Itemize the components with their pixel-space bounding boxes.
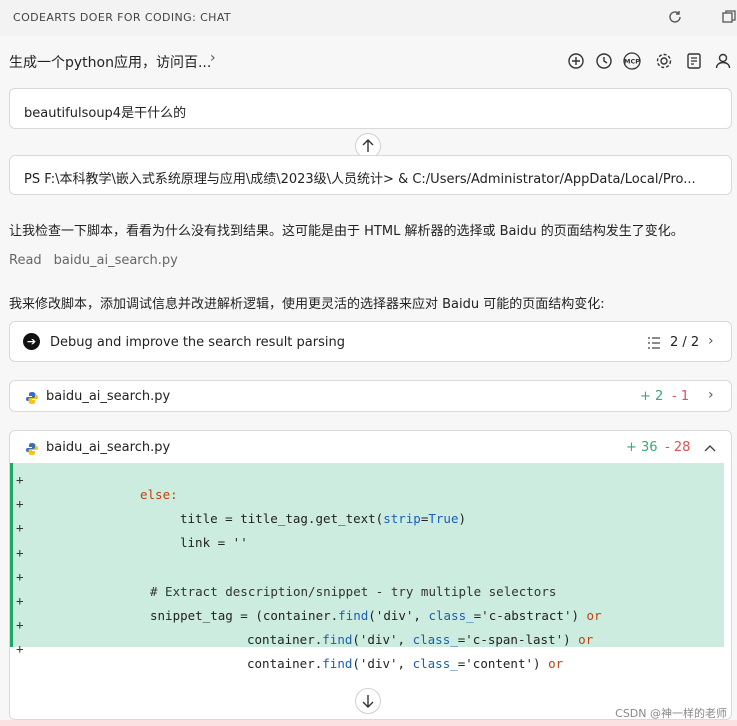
assistant-paragraph-2: 我来修改脚本，添加调试信息并改进解析逻辑，使用更灵活的选择器来应对 Baidu …: [9, 297, 605, 312]
lines-added: + 2: [640, 389, 664, 404]
history-icon[interactable]: [593, 50, 615, 72]
chevron-up-icon[interactable]: [704, 438, 718, 452]
code-line: + title = title_tag.get_text(strip=True): [13, 481, 724, 526]
terminal-command-text: PS F:\本科教学\嵌入式系统原理与应用\成绩\2023级\人员统计> & C…: [24, 172, 696, 187]
python-icon: [25, 441, 39, 455]
file-name: baidu_ai_search.py: [46, 389, 171, 404]
code-line: + else:: [13, 457, 724, 502]
list-icon: [647, 335, 661, 354]
code-text: container.: [247, 656, 323, 671]
code-diff-block: + else: + title = title_tag.get_text(str…: [10, 463, 724, 671]
user-message-card[interactable]: beautifulsoup4是干什么的: [9, 88, 732, 129]
code-text: ='content'): [457, 656, 549, 671]
read-file-row: Read baidu_ai_search.py: [9, 253, 178, 268]
python-icon: [25, 390, 39, 404]
chevron-right-icon[interactable]: ›: [708, 387, 714, 403]
watermark: CSDN @神一样的老师: [615, 707, 727, 720]
code-keyword: or: [548, 656, 564, 671]
lines-added: + 36: [626, 440, 658, 455]
task-card[interactable]: ➔ Debug and improve the search result pa…: [9, 321, 732, 362]
code-line: +: [13, 530, 724, 560]
lines-removed: - 1: [672, 389, 690, 404]
session-title[interactable]: 生成一个python应用，访问百...: [9, 52, 211, 72]
new-window-icon[interactable]: [718, 6, 737, 28]
svg-text:MCP: MCP: [624, 58, 640, 66]
arrow-right-circle-icon: ➔: [23, 333, 40, 350]
read-label: Read: [9, 253, 42, 268]
chevron-right-icon[interactable]: ›: [708, 333, 714, 349]
diff-plus: +: [16, 641, 24, 656]
code-text: ('div',: [352, 656, 413, 671]
arrow-down-icon[interactable]: [355, 688, 381, 714]
task-label: Debug and improve the search result pars…: [50, 335, 345, 350]
panel-title: CODEARTS DOER FOR CODING: CHAT: [13, 11, 232, 24]
assistant-paragraph-1: 让我检查一下脚本，看看为什么没有找到结果。这可能是由于 HTML 解析器的选择或…: [9, 224, 684, 239]
chat-header: 生成一个python应用，访问百... › MCP: [0, 36, 737, 84]
code-line: + container.find('div', class_='content'…: [13, 626, 724, 671]
settings-icon[interactable]: [653, 50, 675, 72]
notes-icon[interactable]: [683, 50, 705, 72]
user-message-text: beautifulsoup4是干什么的: [24, 106, 187, 121]
read-file-link[interactable]: baidu_ai_search.py: [54, 253, 178, 268]
code-line: + container.find('div', class_='c-span-l…: [13, 602, 724, 647]
add-icon[interactable]: [565, 50, 587, 72]
mcp-icon[interactable]: MCP: [621, 50, 643, 72]
user-icon[interactable]: [712, 50, 734, 72]
file-change-card-collapsed[interactable]: baidu_ai_search.py + 2 - 1 ›: [9, 380, 732, 412]
code-line: + link = '': [13, 505, 724, 550]
task-progress: 2 / 2: [670, 335, 700, 350]
lines-removed: - 28: [665, 440, 691, 455]
code-fn: find: [322, 656, 353, 671]
chevron-right-icon[interactable]: ›: [210, 50, 216, 66]
terminal-command-card[interactable]: PS F:\本科教学\嵌入式系统原理与应用\成绩\2023级\人员统计> & C…: [9, 155, 732, 195]
refresh-icon[interactable]: [664, 6, 686, 28]
file-name: baidu_ai_search.py: [46, 440, 171, 455]
code-line: + # Extract description/snippet - try mu…: [13, 554, 724, 599]
code-param: class_: [412, 656, 458, 671]
title-bar: CODEARTS DOER FOR CODING: CHAT: [0, 0, 737, 36]
code-line: + snippet_tag = (container.find('div', c…: [13, 578, 724, 623]
